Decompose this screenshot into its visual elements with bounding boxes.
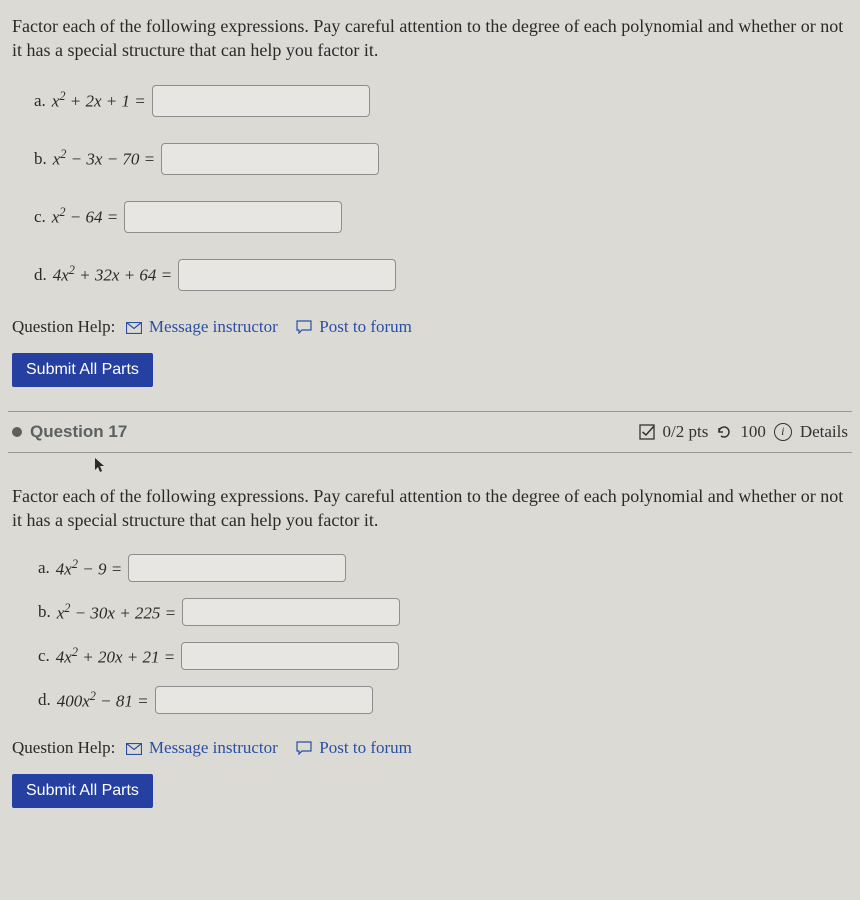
part-d: d. 4x2 + 32x + 64 =	[34, 259, 848, 291]
message-instructor-link[interactable]: Message instructor	[126, 317, 282, 336]
answer-input-d[interactable]	[178, 259, 396, 291]
part-label: b.	[34, 149, 47, 169]
instructions-text: Factor each of the following expressions…	[12, 14, 848, 63]
part-label: c.	[34, 207, 46, 227]
help-label: Question Help:	[12, 738, 115, 757]
speech-bubble-icon	[296, 319, 312, 339]
part-label: d.	[38, 690, 51, 710]
message-instructor-link[interactable]: Message instructor	[126, 738, 282, 757]
retry-icon	[716, 424, 732, 440]
part-label: b.	[38, 602, 51, 622]
speech-bubble-icon	[296, 740, 312, 760]
instructions-text: Factor each of the following expressions…	[12, 484, 848, 533]
part-c: c. x2 − 64 =	[34, 201, 848, 233]
submit-all-parts-button[interactable]: Submit All Parts	[12, 353, 153, 387]
part-label: a.	[38, 558, 50, 578]
status-dot-icon	[12, 427, 22, 437]
parts-list: a. x2 + 2x + 1 = b. x2 − 3x − 70 = c. x2…	[12, 85, 848, 291]
message-instructor-text: Message instructor	[149, 317, 278, 336]
answer-input-d[interactable]	[155, 686, 373, 714]
expression: 4x2 + 32x + 64 =	[53, 263, 172, 286]
part-a: a. x2 + 2x + 1 =	[34, 85, 848, 117]
part-b: b. x2 − 3x − 70 =	[34, 143, 848, 175]
expression: x2 + 2x + 1 =	[52, 89, 146, 112]
help-row: Question Help: Message instructor Post t…	[12, 317, 848, 339]
question-17-header: Question 17 0/2 pts 100 i Details	[8, 412, 852, 453]
expression: 400x2 − 81 =	[57, 689, 149, 712]
question-title: Question 17	[30, 422, 127, 442]
post-forum-link[interactable]: Post to forum	[296, 317, 412, 336]
expression: 4x2 − 9 =	[56, 557, 122, 580]
part-a: a. 4x2 − 9 =	[38, 554, 848, 582]
post-forum-text: Post to forum	[319, 317, 412, 336]
submit-all-parts-button[interactable]: Submit All Parts	[12, 774, 153, 808]
answer-input-a[interactable]	[152, 85, 370, 117]
attempts-text: 100	[740, 422, 766, 442]
expression: x2 − 3x − 70 =	[53, 147, 155, 170]
expression: x2 − 64 =	[52, 205, 118, 228]
part-b: b. x2 − 30x + 225 =	[38, 598, 848, 626]
checkbox-icon	[639, 424, 655, 440]
question-header-left: Question 17	[12, 422, 127, 442]
envelope-icon	[126, 740, 142, 760]
expression: 4x2 + 20x + 21 =	[56, 645, 175, 668]
info-icon: i	[774, 423, 792, 441]
part-d: d. 400x2 − 81 =	[38, 686, 848, 714]
post-forum-text: Post to forum	[319, 738, 412, 757]
parts-list: a. 4x2 − 9 = b. x2 − 30x + 225 = c. 4x2 …	[12, 554, 848, 714]
details-link[interactable]: Details	[800, 422, 848, 442]
help-row: Question Help: Message instructor Post t…	[12, 738, 848, 760]
question-header-right: 0/2 pts 100 i Details	[639, 422, 848, 442]
cursor-icon	[94, 457, 852, 478]
part-label: a.	[34, 91, 46, 111]
points-text: 0/2 pts	[663, 422, 709, 442]
answer-input-b[interactable]	[161, 143, 379, 175]
question-16-body: Factor each of the following expressions…	[8, 14, 852, 387]
part-label: c.	[38, 646, 50, 666]
message-instructor-text: Message instructor	[149, 738, 278, 757]
part-c: c. 4x2 + 20x + 21 =	[38, 642, 848, 670]
answer-input-b[interactable]	[182, 598, 400, 626]
envelope-icon	[126, 319, 142, 339]
question-17-body: Factor each of the following expressions…	[8, 484, 852, 809]
help-label: Question Help:	[12, 317, 115, 336]
answer-input-c[interactable]	[124, 201, 342, 233]
expression: x2 − 30x + 225 =	[57, 601, 176, 624]
part-label: d.	[34, 265, 47, 285]
post-forum-link[interactable]: Post to forum	[296, 738, 412, 757]
answer-input-c[interactable]	[181, 642, 399, 670]
answer-input-a[interactable]	[128, 554, 346, 582]
